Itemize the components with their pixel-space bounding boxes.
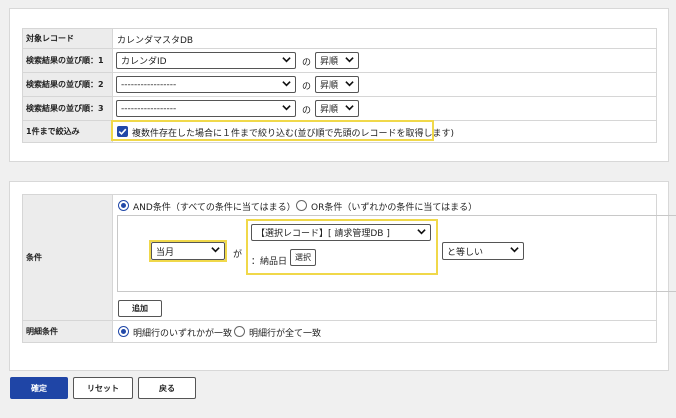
- sort-2-order-value: 昇順: [320, 81, 339, 91]
- back-button[interactable]: 戻る: [138, 377, 196, 399]
- narrow-row: 1件まで絞込み 複数件存在した場合に１件まで絞り込む(並び順で先頭のレコードを取…: [22, 120, 657, 143]
- or-radio[interactable]: [296, 200, 307, 211]
- sort-2-field-value: -----------------: [121, 79, 177, 90]
- sort-2-connector: の: [302, 82, 312, 92]
- chevron-down-icon: [345, 55, 354, 64]
- sort-settings-table: 対象レコード カレンダマスタDB 検索結果の並び順：1 カレンダID の 昇順 …: [22, 28, 657, 143]
- chevron-down-icon: [417, 227, 426, 236]
- sort-row-2-label: 検索結果の並び順：2: [22, 73, 112, 96]
- confirm-button[interactable]: 確定: [10, 377, 68, 399]
- record-select-value: 【選択レコード】[ 請求管理DB ]: [256, 229, 390, 239]
- chevron-down-icon: [211, 245, 220, 254]
- field-text: ：納品日: [251, 257, 288, 267]
- condition-builder-box: 当月 が 【選択レコード】[ 請求管理DB ] ：納品日 選択 と等しい: [117, 215, 676, 292]
- sort-3-order-select[interactable]: 昇順: [315, 100, 359, 117]
- value-select-value: 当月: [156, 247, 175, 258]
- condition-panel: 条件 AND条件（すべての条件に当てはまる） OR条件（いずれかの条件に当てはま…: [9, 181, 676, 371]
- chevron-down-icon: [345, 103, 354, 112]
- narrow-checkbox-label: 複数件存在した場合に１件まで絞り込む(並び順で先頭のレコードを取得します): [132, 129, 455, 139]
- record-select[interactable]: 【選択レコード】[ 請求管理DB ]: [251, 224, 431, 241]
- detail-condition-row: 明細条件 明細行のいずれかが一致 明細行が全て一致: [22, 321, 657, 343]
- operator-select[interactable]: と等しい: [442, 242, 524, 260]
- operator-select-value: と等しい: [447, 247, 484, 258]
- ga-text: が: [233, 250, 243, 260]
- reset-button[interactable]: リセット: [73, 377, 133, 399]
- value-select[interactable]: 当月: [151, 242, 225, 260]
- sort-1-field-value: カレンダID: [121, 57, 167, 67]
- sort-row-2: 検索結果の並び順：2 ----------------- の 昇順: [22, 73, 657, 97]
- sort-3-field-select[interactable]: -----------------: [116, 100, 296, 117]
- target-record-row: 対象レコード カレンダマスタDB: [22, 29, 657, 49]
- check-icon: [118, 128, 127, 136]
- detail-any-label: 明細行のいずれかが一致: [133, 329, 233, 339]
- or-radio-label: OR条件（いずれかの条件に当てはまる）: [311, 203, 478, 213]
- add-button[interactable]: 追加: [118, 300, 162, 317]
- sort-row-1: 検索結果の並び順：1 カレンダID の 昇順: [22, 49, 657, 73]
- detail-all-label: 明細行が全て一致: [249, 329, 322, 339]
- chevron-down-icon: [282, 103, 291, 112]
- detail-condition-label: 明細条件: [22, 321, 112, 342]
- select-button[interactable]: 選択: [290, 249, 316, 266]
- narrow-label: 1件まで絞込み: [22, 121, 112, 142]
- target-record-label: 対象レコード: [22, 29, 112, 48]
- chevron-down-icon: [282, 55, 291, 64]
- sort-settings-panel: 対象レコード カレンダマスタDB 検索結果の並び順：1 カレンダID の 昇順 …: [9, 8, 669, 162]
- chevron-down-icon: [510, 245, 519, 254]
- detail-all-radio[interactable]: [234, 326, 245, 337]
- narrow-checkbox[interactable]: [117, 126, 128, 137]
- sort-2-field-select[interactable]: -----------------: [116, 76, 296, 93]
- sort-1-connector: の: [302, 58, 312, 68]
- condition-table: 条件 AND条件（すべての条件に当てはまる） OR条件（いずれかの条件に当てはま…: [22, 194, 676, 343]
- condition-label: 条件: [22, 195, 112, 320]
- sort-1-order-value: 昇順: [320, 57, 339, 67]
- condition-row: 条件 AND条件（すべての条件に当てはまる） OR条件（いずれかの条件に当てはま…: [22, 195, 676, 321]
- sort-row-3: 検索結果の並び順：3 ----------------- の 昇順: [22, 97, 657, 121]
- target-record-value: カレンダマスタDB: [117, 36, 194, 46]
- sort-3-order-value: 昇順: [320, 105, 339, 115]
- and-radio[interactable]: [118, 200, 129, 211]
- sort-2-order-select[interactable]: 昇順: [315, 76, 359, 93]
- chevron-down-icon: [282, 79, 291, 88]
- sort-row-3-label: 検索結果の並び順：3: [22, 97, 112, 120]
- sort-1-order-select[interactable]: 昇順: [315, 52, 359, 69]
- and-radio-label: AND条件（すべての条件に当てはまる）: [133, 203, 296, 213]
- detail-any-radio[interactable]: [118, 326, 129, 337]
- sort-3-field-value: -----------------: [121, 103, 177, 114]
- sort-1-field-select[interactable]: カレンダID: [116, 52, 296, 69]
- chevron-down-icon: [345, 79, 354, 88]
- sort-row-1-label: 検索結果の並び順：1: [22, 49, 112, 72]
- sort-3-connector: の: [302, 106, 312, 116]
